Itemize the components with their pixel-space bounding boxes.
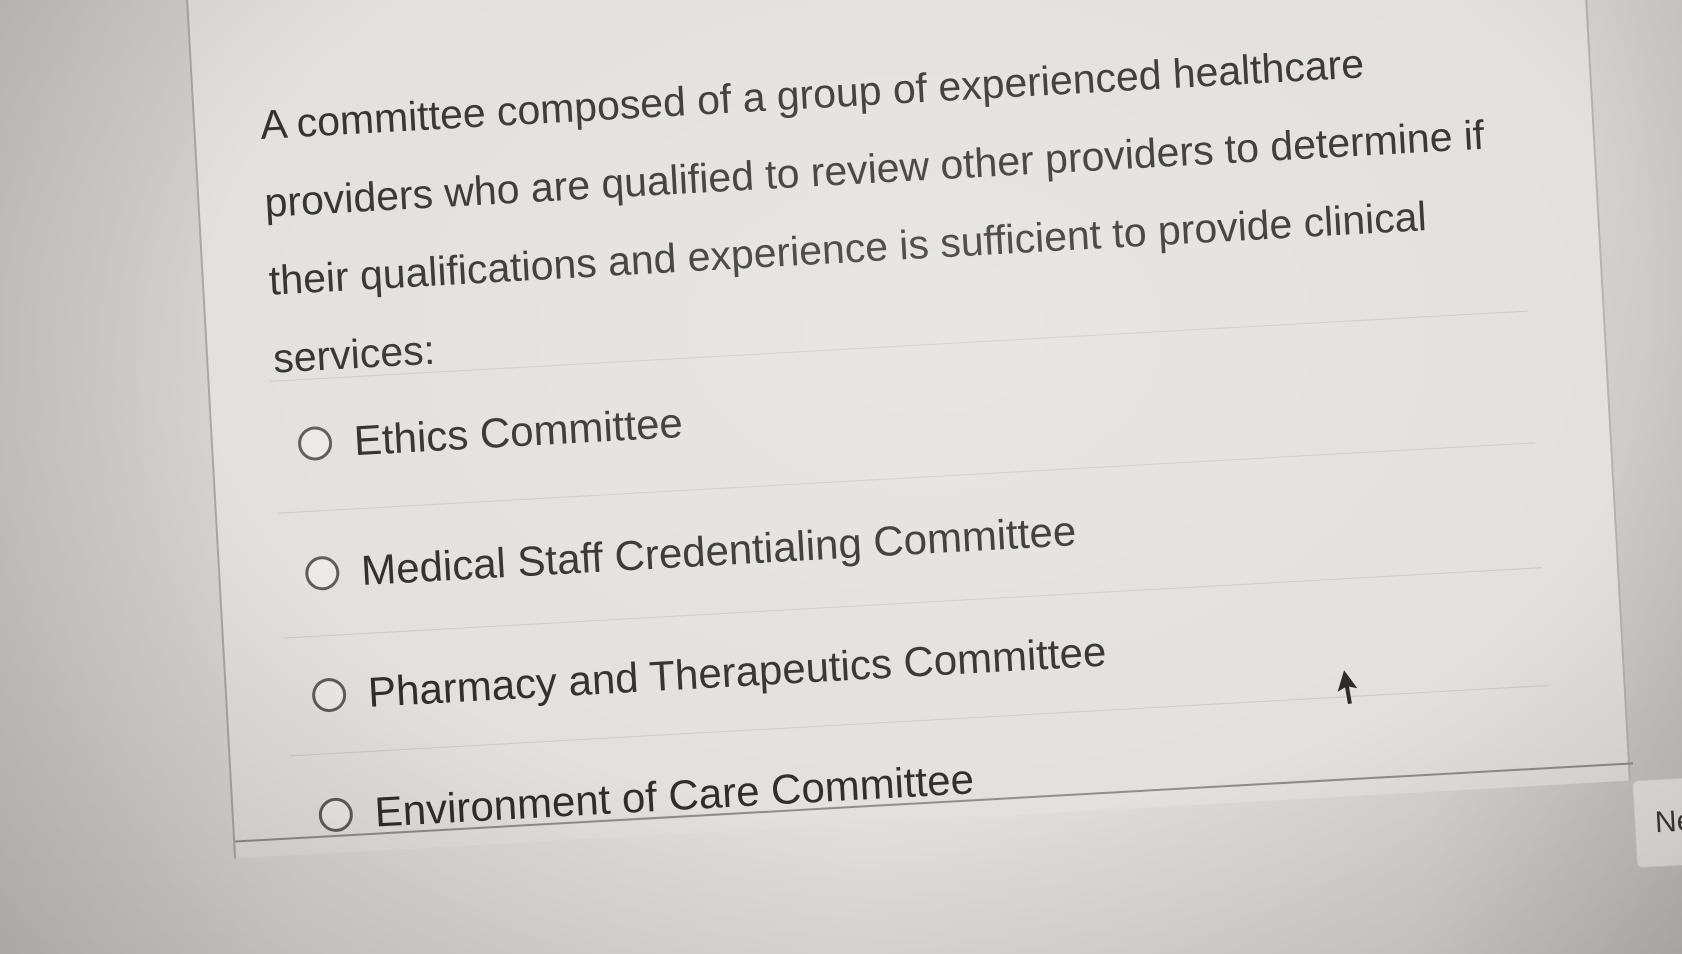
answer-label: Environment of Care Committee <box>373 755 976 836</box>
answer-label: Medical Staff Credentialing Committee <box>359 507 1078 595</box>
radio-unselected-icon[interactable] <box>317 796 354 833</box>
radio-unselected-icon[interactable] <box>311 677 348 713</box>
answer-label: Ethics Committee <box>352 398 684 465</box>
radio-unselected-icon[interactable] <box>304 555 341 592</box>
screen: A committee composed of a group of exper… <box>0 0 1682 954</box>
next-button[interactable]: Next <box>1631 773 1682 869</box>
question-card: A committee composed of a group of exper… <box>185 0 1682 869</box>
radio-unselected-icon[interactable] <box>297 425 333 462</box>
answer-label: Pharmacy and Therapeutics Committee <box>366 627 1108 716</box>
next-label: Next <box>1654 802 1682 840</box>
